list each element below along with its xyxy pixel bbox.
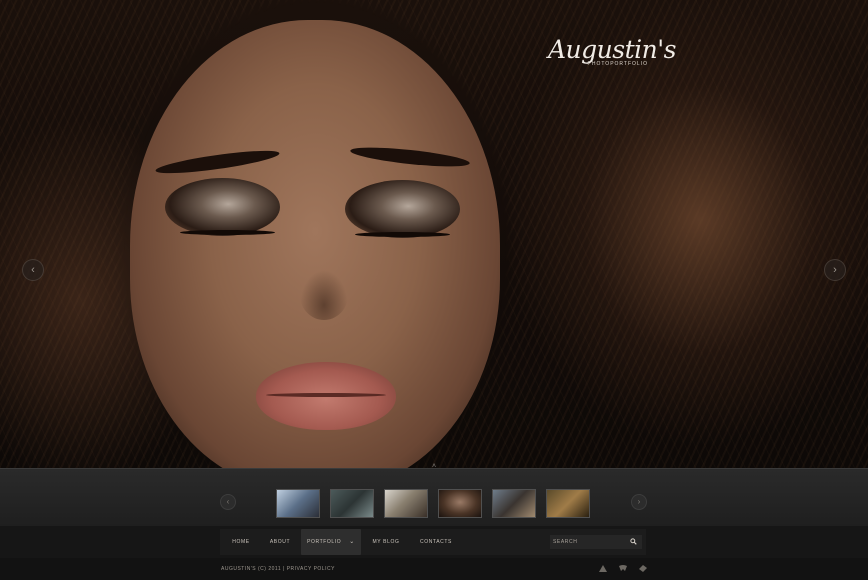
logo-name: Augustin's (548, 35, 676, 64)
social-links (598, 563, 648, 573)
delicious-icon[interactable] (638, 563, 648, 573)
nav-item-home[interactable]: HOME (230, 529, 252, 555)
nav-container: HOME ABOUT PORTFOLIO ⌄ MY BLOG CONTACTS (220, 529, 646, 555)
thumbnail-3[interactable] (384, 489, 428, 518)
thumbnails-prev-button[interactable]: ‹ (220, 494, 236, 510)
thumbnail-4[interactable] (438, 489, 482, 518)
twitter-icon[interactable] (618, 563, 628, 573)
thumbnail-5[interactable] (492, 489, 536, 518)
rss-icon[interactable] (598, 563, 608, 573)
right-lashes (355, 232, 450, 237)
nav-item-portfolio-label: PORTFOLIO (307, 539, 342, 545)
search-box (550, 535, 642, 549)
nav-item-my-blog[interactable]: MY BLOG (372, 529, 400, 555)
thumbnail-1[interactable] (276, 489, 320, 518)
site-logo[interactable]: Augustin's PHOTOPORTFOLIO (548, 35, 676, 68)
hero-slide (0, 0, 868, 468)
left-lashes (180, 230, 275, 235)
nose (300, 270, 348, 320)
slider-prev-button[interactable]: ‹ (22, 259, 44, 281)
strip-collapse-toggle[interactable]: ˄ (424, 463, 444, 471)
footer-text: AUGUSTIN'S (C) 2011 | PRIVACY POLICY (221, 566, 335, 572)
left-eye (165, 178, 280, 236)
thumbnail-6[interactable] (546, 489, 590, 518)
search-input[interactable] (553, 535, 623, 549)
search-icon[interactable] (630, 538, 637, 545)
footer: AUGUSTIN'S (C) 2011 | PRIVACY POLICY (0, 558, 868, 580)
thumbnail-strip: ˄ ‹ › (0, 463, 868, 526)
nav-item-contacts[interactable]: CONTACTS (420, 529, 451, 555)
chevron-down-icon: ⌄ (349, 539, 355, 545)
thumbnail-list (276, 489, 590, 518)
right-eye (345, 180, 460, 238)
footer-separator: | (283, 566, 285, 572)
nav-item-about[interactable]: ABOUT (269, 529, 291, 555)
copyright-text: AUGUSTIN'S (C) 2011 (221, 566, 282, 572)
main-nav: HOME ABOUT PORTFOLIO ⌄ MY BLOG CONTACTS (0, 526, 868, 558)
slider-next-button[interactable]: › (824, 259, 846, 281)
thumbnail-2[interactable] (330, 489, 374, 518)
lips (256, 362, 396, 430)
thumbnails-next-button[interactable]: › (631, 494, 647, 510)
privacy-policy-link[interactable]: PRIVACY POLICY (287, 566, 335, 572)
nav-item-portfolio[interactable]: PORTFOLIO ⌄ (301, 529, 361, 555)
